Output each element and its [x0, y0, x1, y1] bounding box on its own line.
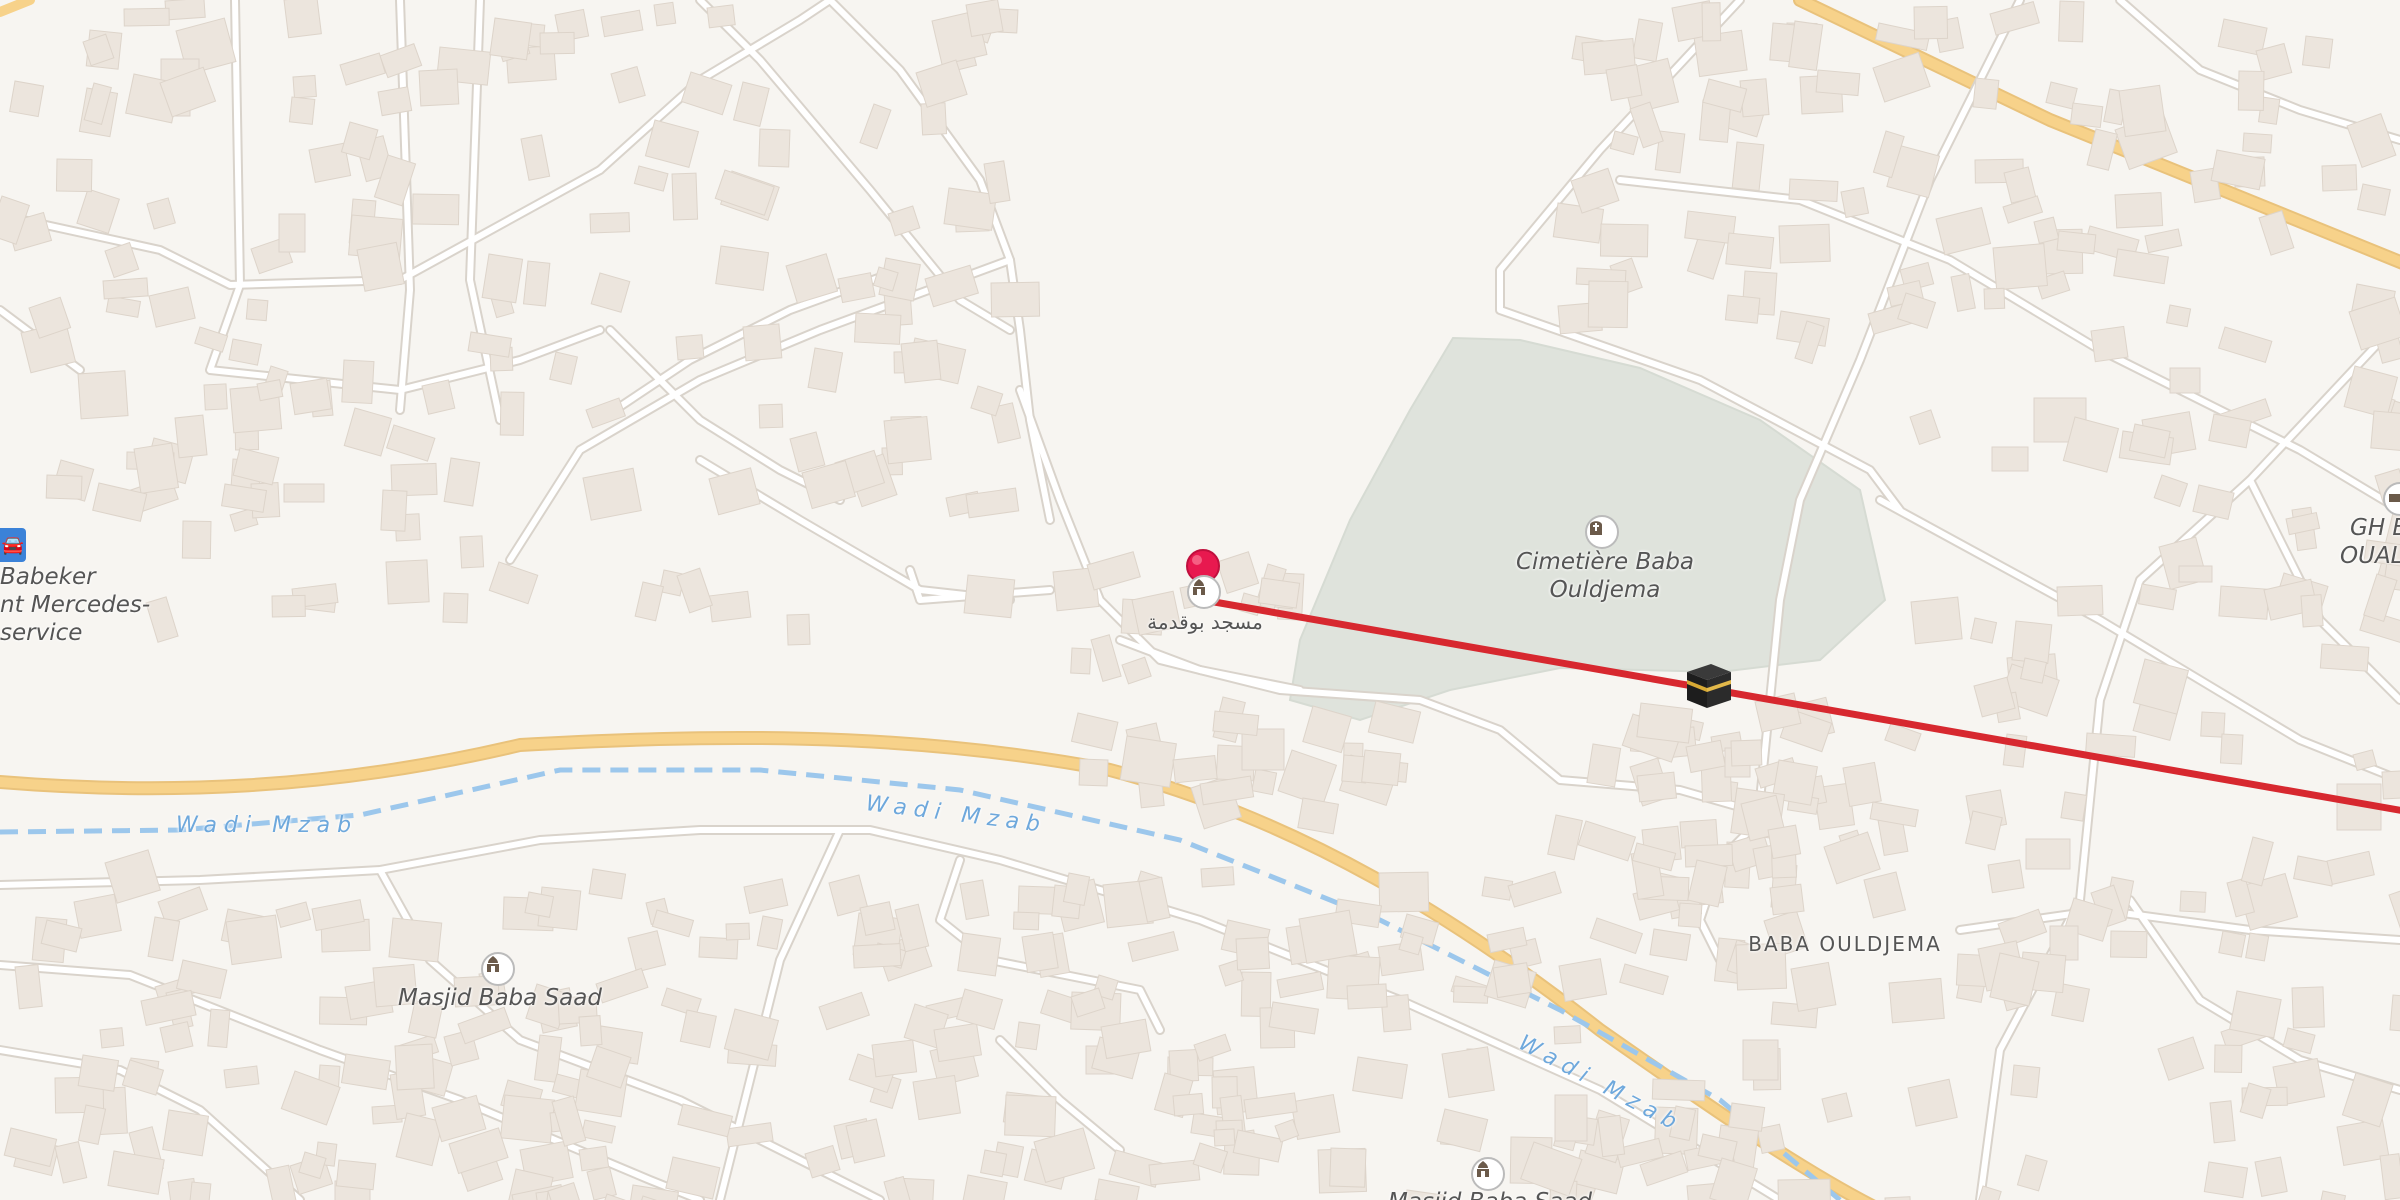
left-edge-label-line2: nt Mercedes- [0, 592, 151, 618]
masjid-baba-saad-label: Masjid Baba Saad [398, 985, 602, 1011]
mosque-icon[interactable] [1471, 1157, 1505, 1191]
qibla-line [1202, 596, 2400, 814]
mosque-icon[interactable] [1187, 575, 1221, 609]
cemetery-icon[interactable] [1585, 515, 1619, 549]
district-label: BABA OULDJEMA [1748, 932, 1942, 956]
kaaba-icon[interactable] [1683, 660, 1735, 712]
left-edge-label-line1: Babeker [0, 564, 96, 590]
river-label-left: Wadi Mzab [176, 813, 359, 838]
masjid-baba-saad-bottom-label: Masjid Baba Saad [1370, 1188, 1610, 1200]
left-edge-label-line3: service [0, 620, 83, 646]
cemetery-label-line2: Ouldjema [1549, 577, 1661, 603]
right-edge-label-line1: GH B [2350, 515, 2400, 541]
map-canvas[interactable]: مسجد بوقدمة Cimetière Baba Ouldjema Masj… [0, 0, 2400, 1200]
cemetery-label-line1: Cimetière Baba [1515, 549, 1695, 575]
mosque-boqudma-label: مسجد بوقدمة [1147, 610, 1263, 634]
mosque-icon[interactable] [481, 952, 515, 986]
right-edge-label-line2: OUALC [2340, 543, 2400, 569]
car-wash-icon[interactable]: 🚘 [0, 528, 26, 562]
